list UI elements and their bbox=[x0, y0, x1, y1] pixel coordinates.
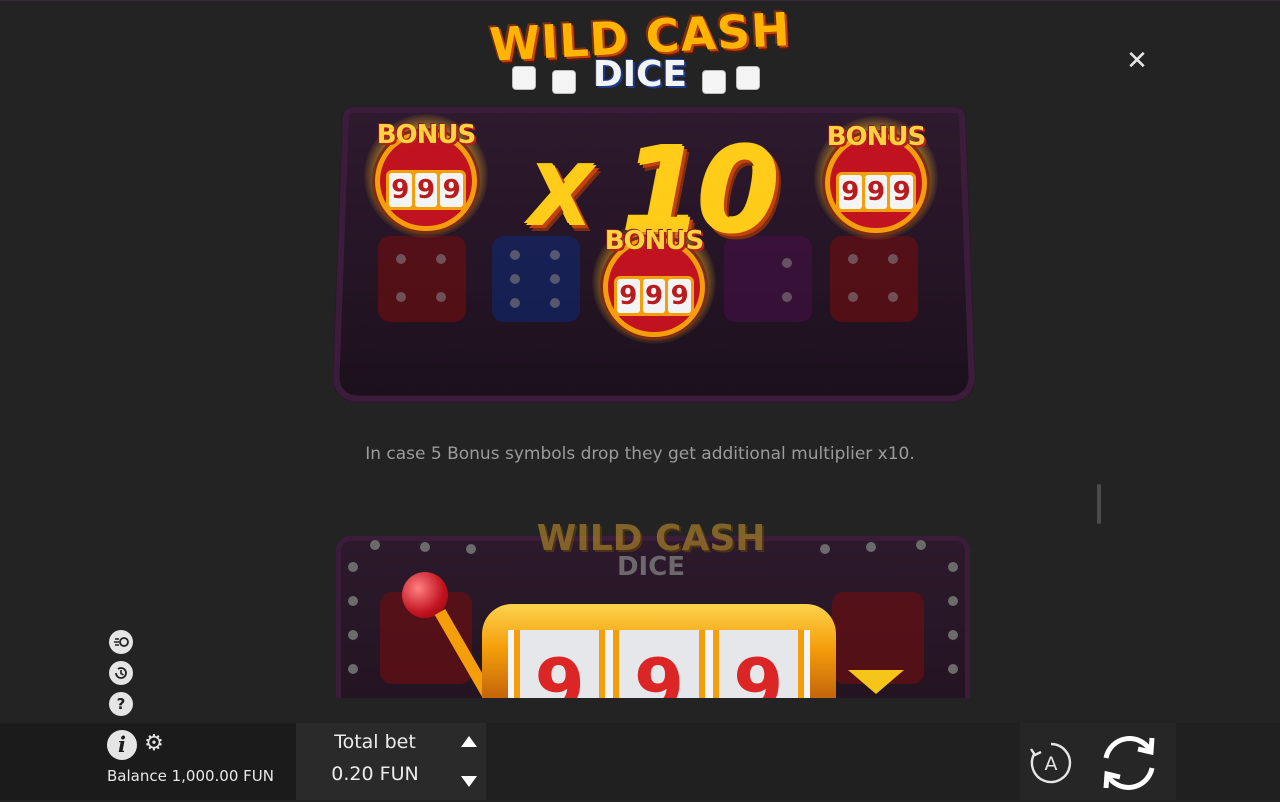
slot-reel: 9 bbox=[613, 630, 705, 698]
red-die-icon bbox=[378, 236, 466, 322]
bonus-reel: 9 bbox=[440, 173, 464, 207]
slot-reels-frame: 9 9 9 bbox=[482, 604, 836, 698]
slot-window: 9 9 9 bbox=[508, 630, 810, 698]
bonus-reel: 9 bbox=[668, 279, 692, 313]
logo-die-icon bbox=[736, 66, 760, 90]
bonus-badge-reels: 9 9 9 bbox=[836, 172, 916, 212]
bonus-reel: 9 bbox=[617, 279, 640, 313]
slot-reel: 9 bbox=[514, 630, 606, 698]
bonus-badge: BONUS 9 9 9 bbox=[592, 220, 716, 344]
bonus-badge-label: BONUS bbox=[604, 226, 705, 256]
bonus-reel: 9 bbox=[642, 279, 666, 313]
total-bet-label: Total bet bbox=[334, 731, 416, 753]
bonus-badge-reels: 9 9 9 bbox=[386, 170, 466, 210]
bonus-badge-reels: 9 9 9 bbox=[614, 276, 694, 316]
bonus-reel: 9 bbox=[389, 173, 412, 207]
scrollbar-thumb[interactable] bbox=[1097, 484, 1101, 524]
total-bet-value: 0.20 FUN bbox=[331, 763, 419, 785]
red-die-icon bbox=[830, 236, 918, 322]
multiplier-x: X bbox=[530, 150, 594, 245]
faded-logo-subtitle: DICE bbox=[616, 552, 686, 582]
multiplier-illustration: BONUS 9 9 9 BONUS 9 9 9 X 10 BONUS 9 9 9 bbox=[332, 104, 976, 402]
bonus-reel: 9 bbox=[864, 175, 888, 209]
bonus-badge: BONUS 9 9 9 bbox=[814, 116, 938, 240]
bonus-reel: 9 bbox=[414, 173, 438, 207]
bonus-badge-label: BONUS bbox=[826, 122, 927, 152]
bonus-reel: 9 bbox=[839, 175, 862, 209]
speed-icon[interactable] bbox=[109, 630, 133, 654]
close-icon[interactable]: ✕ bbox=[1124, 48, 1150, 74]
bottom-bar-fill bbox=[1176, 723, 1280, 800]
info-icon[interactable]: i bbox=[107, 730, 137, 760]
bonus-reel: 9 bbox=[890, 175, 914, 209]
rule-description: In case 5 Bonus symbols drop they get ad… bbox=[365, 444, 915, 464]
history-icon[interactable] bbox=[109, 661, 133, 685]
bonus-badge: BONUS 9 9 9 bbox=[364, 114, 488, 238]
game-logo: WILD CASH DICE bbox=[480, 2, 800, 98]
logo-die-icon bbox=[702, 70, 726, 94]
autoplay-label: A bbox=[1045, 753, 1058, 775]
chevron-down-icon bbox=[848, 670, 904, 694]
gear-icon[interactable]: ⚙ bbox=[143, 733, 165, 755]
bet-decrease-button[interactable] bbox=[461, 776, 477, 787]
slot-illustration: WILD CASH DICE 9 9 9 bbox=[336, 520, 970, 698]
slot-reel: 9 bbox=[712, 630, 804, 698]
autoplay-button[interactable]: A bbox=[1028, 740, 1074, 786]
balance-display: Balance 1,000.00 FUN bbox=[107, 767, 274, 785]
help-icon[interactable]: ? bbox=[109, 692, 133, 716]
bonus-badge-label: BONUS bbox=[376, 120, 477, 150]
spin-button[interactable] bbox=[1094, 728, 1164, 798]
top-border bbox=[0, 0, 1280, 1]
bottom-bar-fill bbox=[486, 723, 1020, 800]
bet-increase-button[interactable] bbox=[461, 736, 477, 747]
